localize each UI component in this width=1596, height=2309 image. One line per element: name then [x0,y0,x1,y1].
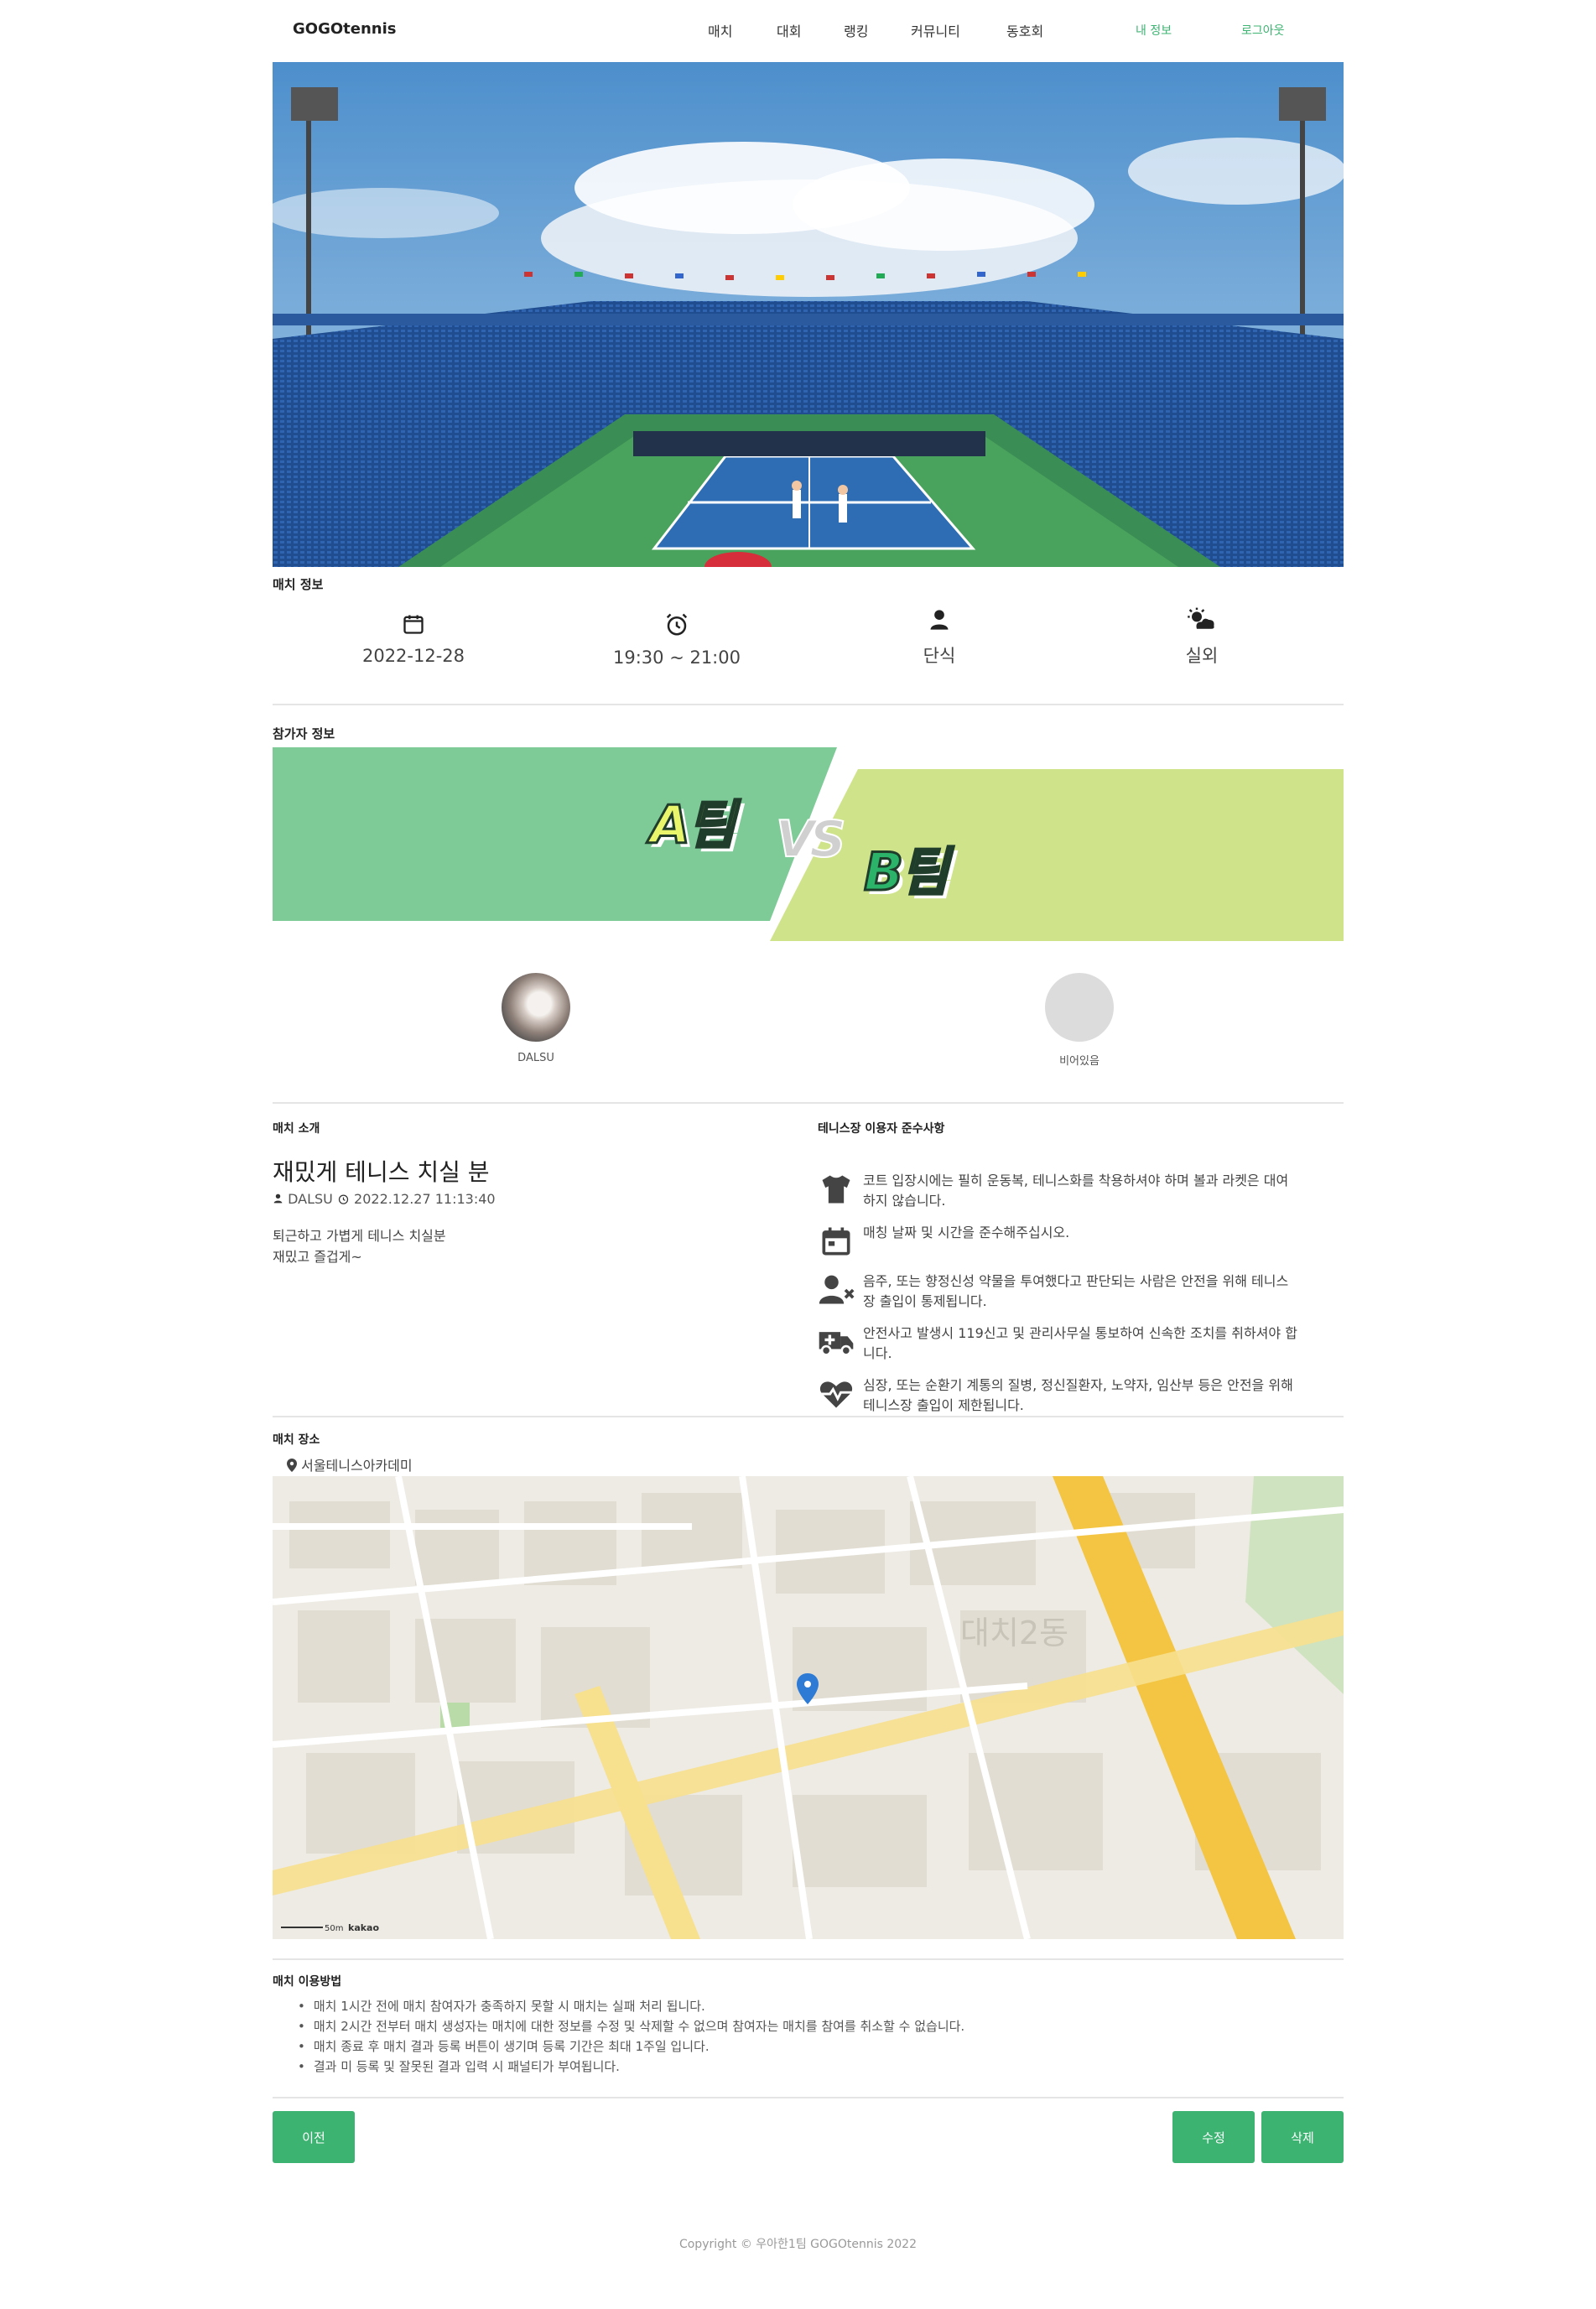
player-a-name: DALSU [517,1052,554,1064]
divider [273,1958,1344,1960]
match-info-title: 매치 정보 [273,577,324,592]
user-x-icon [819,1275,855,1304]
rule-text: 매칭 날짜 및 시간을 준수해주십시오. [863,1225,1070,1240]
usage-item: 결과 미 등록 및 잘못된 결과 입력 시 패널티가 부여됩니다. [298,2057,964,2077]
usage-list: 매치 1시간 전에 매치 참여자가 충족하지 못할 시 매치는 실패 처리 됩니… [298,1996,964,2077]
participants-title: 참가자 정보 [273,726,335,741]
usage-item: 매치 종료 후 매치 결과 등록 버튼이 생기며 등록 기간은 최대 1주일 입… [298,2036,964,2057]
rule-item: 코트 입장시에는 필히 운동복, 테니스화를 착용하셔야 하며 볼과 라켓은 대… [818,1171,1346,1211]
person-icon [930,610,949,630]
brand-logo[interactable]: GOGOtennis [293,20,396,38]
rule-item: 음주, 또는 향정신성 약물을 투여했다고 판단되는 사람은 안전을 위해 테니… [818,1272,1346,1312]
my-info-link[interactable]: 내 정보 [1136,22,1172,39]
rule-item: 심장, 또는 순환기 계통의 질병, 정신질환자, 노약자, 임산부 등은 안전… [818,1376,1346,1416]
rule-text: 안전사고 발생시 119신고 및 관리사무실 통보하여 신속한 조치를 취하셔야… [863,1325,1297,1361]
vs-label: VS [775,809,847,870]
nav-community[interactable]: 커뮤니티 [911,20,960,40]
intro-body-line: 재밌고 즐겁게~ [273,1249,362,1265]
match-time: 19:30 ~ 21:00 [585,612,769,668]
prev-button[interactable]: 이전 [273,2111,355,2163]
ambulance-icon [819,1332,854,1356]
rule-text: 코트 입장시에는 필히 운동복, 테니스화를 착용하셔야 하며 볼과 라켓은 대… [863,1173,1289,1209]
intro-created-at: 2022.12.27 11:13:40 [354,1191,496,1207]
calendar-icon [403,615,424,634]
match-venue-value: 실외 [1185,646,1219,666]
intro-author: DALSU [288,1191,333,1207]
team-a-label: A팀 [648,793,736,857]
location-pin-icon [287,1459,297,1472]
heart-pulse-icon [819,1381,853,1408]
divider [273,1416,1344,1417]
location-title: 매치 장소 [273,1433,320,1447]
rules-title: 테니스장 이용자 준수사항 [818,1122,945,1136]
player-a[interactable]: DALSU [477,973,595,1064]
nav-tournament[interactable]: 대회 [777,20,801,40]
alarm-clock-icon [666,613,688,636]
match-date-value: 2022-12-28 [361,646,465,666]
match-venue: 실외 [1110,607,1294,668]
rule-item: 안전사고 발생시 119신고 및 관리사무실 통보하여 신속한 조치를 취하셔야… [818,1324,1346,1364]
match-type-value: 단식 [923,646,956,666]
alarm-clock-icon [338,1194,349,1204]
delete-button[interactable]: 삭제 [1261,2111,1344,2163]
person-icon [273,1194,283,1204]
avatar [502,973,570,1042]
shirt-icon [822,1175,850,1204]
logout-link[interactable]: 로그아웃 [1241,22,1285,39]
usage-item: 매치 2시간 전부터 매치 생성자는 매치에 대한 정보를 수정 및 삭제할 수… [298,2016,964,2036]
divider [273,2097,1344,2098]
place-name: 서울테니스아카데미 [301,1458,413,1474]
intro-headline: 재밌게 테니스 치실 분 [273,1158,490,1186]
team-b-label: B팀 [862,840,949,904]
match-date: 2022-12-28 [321,612,506,666]
player-b-name: 비어있음 [1059,1055,1100,1068]
map-logo: kakao [348,1922,379,1933]
map-district-label: 대치2동 [960,1615,1068,1651]
nav-ranking[interactable]: 랭킹 [844,20,868,40]
avatar-placeholder [1045,973,1114,1042]
nav-match[interactable]: 매치 [708,20,732,40]
edit-button[interactable]: 수정 [1172,2111,1255,2163]
usage-item: 매치 1시간 전에 매치 참여자가 충족하지 못할 시 매치는 실패 처리 됩니… [298,1996,964,2016]
divider [273,704,1344,705]
footer-copyright: Copyright © 우아한1팀 GOGOtennis 2022 [678,2238,918,2251]
intro-title: 매치 소개 [273,1122,320,1136]
place-name-row: 서울테니스아카데미 [287,1454,413,1474]
match-time-value: 19:30 ~ 21:00 [613,647,741,668]
location-map[interactable]: 대치2동 50m kakao [273,1476,1344,1939]
divider [273,1102,1344,1104]
nav-club[interactable]: 동호회 [1006,20,1043,40]
rule-item: 매칭 날짜 및 시간을 준수해주십시오. [818,1223,1346,1260]
hero-stadium-image [273,62,1344,567]
rule-text: 심장, 또는 순환기 계통의 질병, 정신질환자, 노약자, 임산부 등은 안전… [863,1377,1293,1413]
rule-text: 음주, 또는 향정신성 약물을 투여했다고 판단되는 사람은 안전을 위해 테니… [863,1273,1289,1309]
rules-list: 코트 입장시에는 필히 운동복, 테니스화를 착용하셔야 하며 볼과 라켓은 대… [818,1171,1346,1428]
intro-meta: DALSU 2022.12.27 11:13:40 [273,1191,496,1207]
usage-title: 매치 이용방법 [273,1975,342,1989]
player-b-empty-slot[interactable]: 비어있음 [1021,973,1138,1068]
weather-icon [1188,607,1214,629]
calendar-icon [822,1227,850,1256]
team-banner: A팀 VS B팀 [273,747,1344,943]
intro-body-line: 퇴근하고 가볍게 테니스 치실분 [273,1228,446,1244]
match-type: 단식 [847,607,1032,668]
map-scale-label: 50m [325,1924,343,1933]
